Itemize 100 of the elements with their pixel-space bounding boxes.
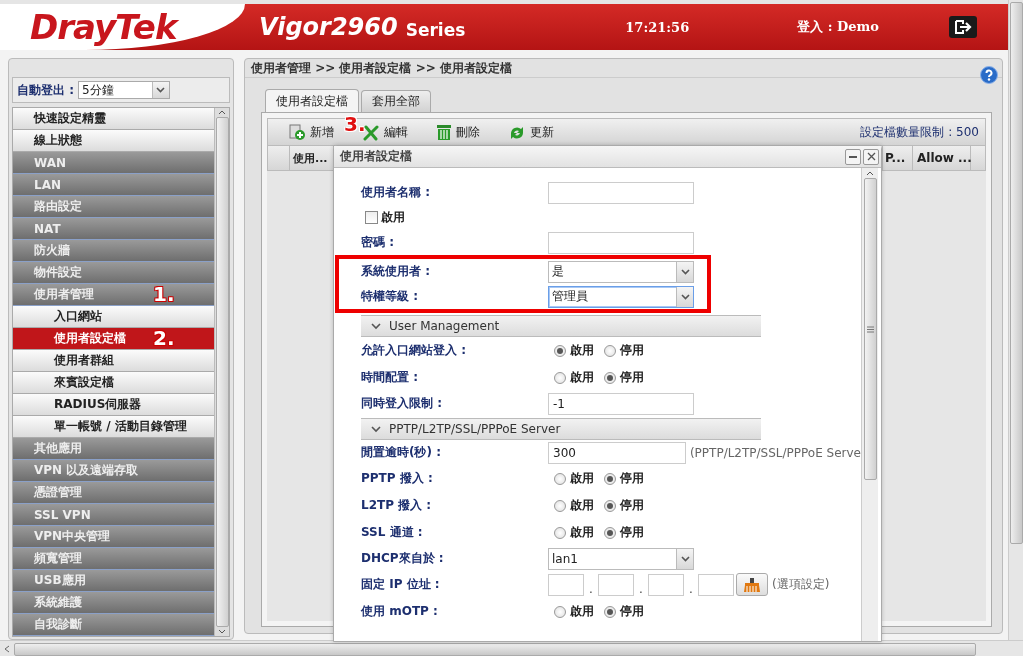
- scrollbar[interactable]: [861, 168, 878, 641]
- field-label: 使用者名稱 :: [361, 184, 431, 201]
- menu-item[interactable]: 來賓設定檔: [13, 372, 214, 394]
- close-button[interactable]: [863, 148, 879, 165]
- ip-octet-field[interactable]: [648, 573, 684, 596]
- toolbar-button[interactable]: 新增: [288, 123, 334, 141]
- menu-item[interactable]: RADIUS伺服器: [13, 394, 214, 416]
- input-field[interactable]: [548, 181, 694, 204]
- field-label: 特權等級 :: [361, 288, 419, 305]
- product-series: Series: [405, 20, 466, 40]
- radio-option[interactable]: 停用: [604, 497, 644, 514]
- tab[interactable]: 使用者設定檔: [265, 89, 359, 112]
- radio-option[interactable]: 啟用: [554, 497, 594, 514]
- radio-option[interactable]: 啟用: [554, 470, 594, 487]
- scroll-left-icon[interactable]: [4, 645, 10, 653]
- field-label: 固定 IP 位址 :: [361, 576, 441, 593]
- chevron-icon: [371, 322, 381, 330]
- select-field[interactable]: 管理員: [548, 285, 694, 308]
- minimize-button[interactable]: [845, 148, 861, 165]
- profile-limit: 設定檔數量限制 : 500: [860, 123, 979, 141]
- select-field[interactable]: lan1: [548, 547, 694, 570]
- input-field[interactable]: 300: [548, 441, 686, 464]
- column-header[interactable]: P...: [883, 146, 913, 170]
- column-header[interactable]: Allow ...: [913, 146, 971, 170]
- tab[interactable]: 套用全部: [361, 90, 431, 112]
- enable-checkbox[interactable]: 啟用: [365, 209, 405, 226]
- scroll-up-icon[interactable]: [218, 110, 226, 115]
- field-note: (PPTP/L2TP/SSL/PPPoE Serve: [689, 445, 861, 460]
- select-field[interactable]: 是: [548, 260, 694, 283]
- caret-icon: [156, 87, 166, 93]
- scrollbar[interactable]: [0, 640, 1023, 656]
- scroll-down-icon[interactable]: [218, 629, 226, 634]
- radio-option[interactable]: 停用: [604, 369, 644, 386]
- menu-item[interactable]: 快速設定精靈: [13, 108, 214, 130]
- section-header[interactable]: User Management: [361, 315, 761, 337]
- radio-option[interactable]: 啟用: [554, 524, 594, 541]
- caret-icon: [680, 555, 690, 562]
- field-label: 同時登入限制 :: [361, 395, 443, 412]
- radio-option[interactable]: 停用: [604, 524, 644, 541]
- field-label: PPTP 撥入 :: [361, 470, 434, 487]
- ip-octet-field[interactable]: [548, 573, 584, 596]
- scrollbar[interactable]: [214, 108, 229, 636]
- field-label: 時間配置 :: [361, 369, 419, 386]
- separator-dot: .: [688, 581, 694, 596]
- product-name: Vigor2960: [259, 13, 398, 41]
- tools-icon: [362, 123, 380, 141]
- menu-item[interactable]: 使用者管理 1.: [13, 284, 214, 306]
- step-marker: 3.: [344, 111, 366, 136]
- menu-item[interactable]: 使用者設定檔 2.: [13, 328, 214, 350]
- separator-dot: .: [638, 581, 644, 596]
- radio-option[interactable]: 啟用: [554, 369, 594, 386]
- brand-logo: DrayTek: [30, 7, 177, 47]
- step-marker: 2.: [153, 326, 175, 350]
- minimize-icon: [849, 155, 857, 158]
- field-note: (選項設定): [772, 576, 830, 593]
- scroll-up-icon[interactable]: [866, 171, 874, 176]
- toolbar-button[interactable]: 更新: [508, 123, 554, 141]
- radio-option[interactable]: 停用: [604, 342, 644, 359]
- trash-icon: [436, 123, 452, 141]
- menu-item[interactable]: 入口網站: [13, 306, 214, 328]
- field-label: 使用 mOTP :: [361, 603, 439, 620]
- login-user: 登入 : Demo: [797, 18, 880, 36]
- close-icon: [866, 152, 876, 161]
- caret-icon: [680, 293, 690, 300]
- ip-octet-field[interactable]: [698, 573, 734, 596]
- toolbar-button[interactable]: 刪除: [436, 123, 480, 141]
- menu-item[interactable]: 單一帳號 / 活動目錄管理: [13, 416, 214, 438]
- field-label: 密碼 :: [361, 234, 395, 251]
- separator-dot: .: [588, 581, 594, 596]
- step-marker: 1.: [153, 282, 175, 306]
- radio-option[interactable]: 停用: [604, 470, 644, 487]
- caret-icon: [680, 268, 690, 275]
- clock-time: 17:21:56: [625, 19, 690, 35]
- scrollbar[interactable]: [1008, 0, 1023, 640]
- field-label: DHCP來自於 :: [361, 550, 445, 567]
- field-label: 允許入口網站登入 :: [361, 342, 467, 359]
- field-label: L2TP 撥入 :: [361, 497, 433, 514]
- add-page-icon: [288, 123, 306, 141]
- logout-icon[interactable]: [949, 16, 978, 38]
- field-label: SSL 通道 :: [361, 524, 424, 541]
- menu-item[interactable]: 使用者群組: [13, 350, 214, 372]
- chevron-icon: [371, 425, 381, 433]
- clear-button[interactable]: [736, 573, 768, 596]
- help-icon[interactable]: [980, 66, 998, 84]
- section-title: User Management: [389, 319, 500, 333]
- auto-logout-select[interactable]: 5分鐘: [78, 81, 170, 99]
- breadcrumb: 使用者管理 >> 使用者設定檔 >> 使用者設定檔: [251, 59, 512, 77]
- radio-option[interactable]: 啟用: [554, 342, 594, 359]
- radio-option[interactable]: 停用: [604, 603, 644, 620]
- auto-logout-label: 自動登出 :: [17, 81, 74, 99]
- brush-icon: [742, 577, 762, 592]
- input-field[interactable]: -1: [548, 392, 694, 415]
- radio-option[interactable]: 啟用: [554, 603, 594, 620]
- dialog-title: 使用者設定檔: [340, 148, 413, 165]
- grip-icon: [866, 325, 874, 333]
- menu-item[interactable]: 線上狀態: [13, 130, 214, 152]
- ip-octet-field[interactable]: [598, 573, 634, 596]
- input-field[interactable]: [548, 231, 694, 254]
- section-header[interactable]: PPTP/L2TP/SSL/PPPoE Server: [361, 418, 761, 440]
- section-title: PPTP/L2TP/SSL/PPPoE Server: [389, 422, 561, 436]
